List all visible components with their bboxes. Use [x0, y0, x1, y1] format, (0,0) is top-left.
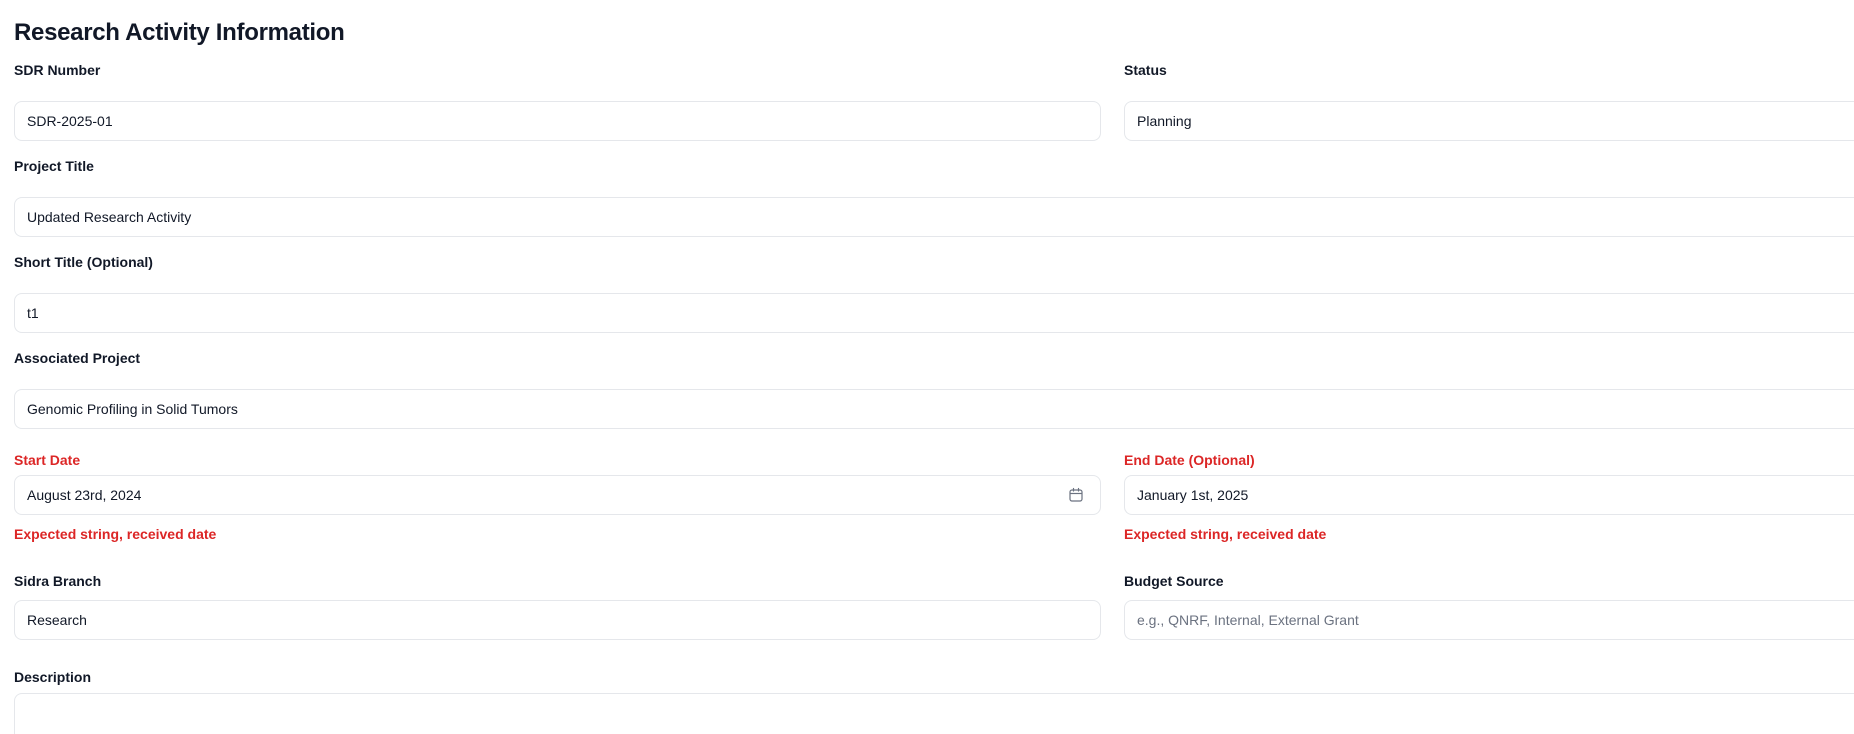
associated-project-value: Genomic Profiling in Solid Tumors: [27, 401, 238, 417]
associated-project-select[interactable]: Genomic Profiling in Solid Tumors: [14, 389, 1854, 429]
status-label: Status: [1124, 62, 1167, 78]
sdr-number-input[interactable]: SDR-2025-01: [14, 101, 1101, 141]
short-title-input[interactable]: t1: [14, 293, 1854, 333]
budget-source-label: Budget Source: [1124, 573, 1224, 589]
start-date-value: August 23rd, 2024: [27, 487, 142, 503]
associated-project-label: Associated Project: [14, 350, 141, 366]
start-date-error: Expected string, received date: [14, 526, 217, 542]
short-title-label: Short Title (Optional): [14, 254, 153, 270]
project-title-value: Updated Research Activity: [27, 209, 192, 225]
status-select[interactable]: Planning: [1124, 101, 1854, 141]
end-date-error: Expected string, received date: [1124, 526, 1327, 542]
sidra-branch-label: Sidra Branch: [14, 573, 102, 589]
budget-source-input[interactable]: e.g., QNRF, Internal, External Grant: [1124, 600, 1854, 640]
project-title-label: Project Title: [14, 158, 94, 174]
end-date-label: End Date (Optional): [1124, 452, 1255, 468]
end-date-value: January 1st, 2025: [1137, 487, 1249, 503]
end-date-picker[interactable]: January 1st, 2025: [1124, 475, 1854, 515]
project-title-input[interactable]: Updated Research Activity: [14, 197, 1854, 237]
sdr-number-label: SDR Number: [14, 62, 101, 78]
budget-source-placeholder: e.g., QNRF, Internal, External Grant: [1137, 612, 1359, 628]
sidra-branch-select[interactable]: Research: [14, 600, 1101, 640]
start-date-label: Start Date: [14, 452, 81, 468]
start-date-picker[interactable]: August 23rd, 2024: [14, 475, 1101, 515]
status-value: Planning: [1137, 113, 1192, 129]
page-title: Research Activity Information: [14, 19, 345, 46]
calendar-icon[interactable]: [1068, 487, 1084, 503]
description-textarea[interactable]: [14, 693, 1854, 734]
short-title-value: t1: [27, 305, 39, 321]
description-label: Description: [14, 669, 92, 685]
sidra-branch-value: Research: [27, 612, 87, 628]
sdr-number-value: SDR-2025-01: [27, 113, 113, 129]
